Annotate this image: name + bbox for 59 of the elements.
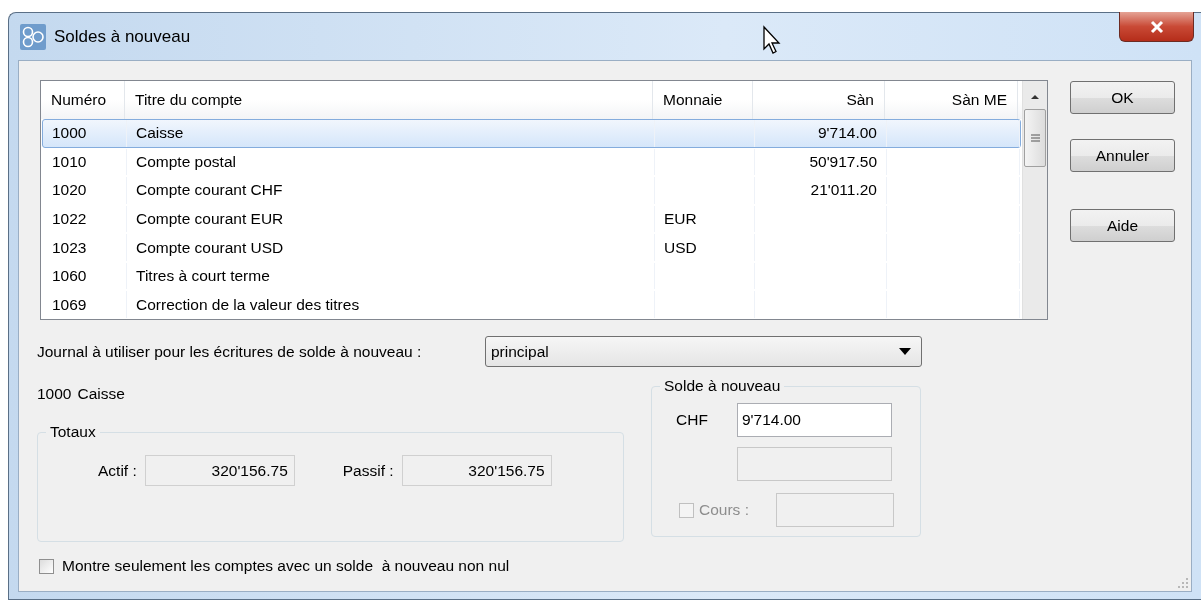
table-cell: EUR: [655, 205, 755, 233]
table-cell: 1023: [43, 234, 127, 261]
readonly-field: 320'156.75: [144, 455, 295, 486]
scroll-thumb[interactable]: [1024, 109, 1046, 167]
table-cell: 1020: [43, 177, 127, 204]
field-label: Passif :: [342, 461, 394, 480]
table-cell: 1000: [43, 119, 127, 147]
table-cell: 1010: [43, 148, 127, 176]
readonly-field: 320'156.75: [401, 455, 552, 486]
resize-grip-icon[interactable]: [1177, 577, 1189, 589]
table-cell: 1022: [43, 205, 127, 233]
table-cell: Titres à court terme: [127, 262, 655, 290]
group-title: Solde à nouveau: [663, 377, 782, 395]
app-icon: [20, 23, 46, 50]
table-cell: 1060: [43, 262, 127, 290]
table-row[interactable]: 1020 Compte courant CHF 21'011.20: [42, 176, 1021, 205]
account-number: 1000: [37, 385, 72, 404]
dropdown-arrow-icon: [899, 348, 911, 355]
checkbox-label: Montre seulement les comptes avec un solde à nouveau non nul: [62, 557, 510, 575]
table-cell: Caisse: [127, 119, 655, 147]
column-header[interactable]: Titre du compte: [125, 81, 653, 119]
table-row[interactable]: 1023 Compte courant USD USD: [42, 233, 1021, 262]
window-title: Soldes à nouveau: [54, 26, 191, 47]
checkbox-label: Cours :: [699, 501, 750, 519]
table-cell: Compte courant USD: [127, 234, 655, 261]
balance-field[interactable]: 9'714.00: [737, 403, 892, 437]
column-header[interactable]: Monnaie: [653, 81, 753, 119]
field-label: Actif :: [98, 461, 137, 480]
column-header[interactable]: Numéro: [41, 81, 125, 119]
dialog-button[interactable]: OK: [1070, 81, 1175, 114]
table-row[interactable]: 1022 Compte courant EUR EUR: [42, 204, 1021, 234]
table-cell: Compte postal: [127, 148, 655, 176]
table-row[interactable]: 1069 Correction de la valeur des titres: [42, 290, 1021, 319]
group-title: Totaux: [49, 423, 97, 441]
journal-dropdown[interactable]: principal: [485, 336, 922, 367]
table-row[interactable]: 1060 Titres à court terme: [42, 261, 1021, 291]
close-icon: [1148, 19, 1165, 34]
currency-label: CHF: [676, 411, 709, 429]
filter-checkbox[interactable]: [39, 558, 54, 574]
scroll-up-icon[interactable]: [1030, 93, 1040, 101]
table-cell: 1069: [43, 291, 127, 318]
account-name: Caisse: [77, 385, 125, 404]
dialog-button[interactable]: Aide: [1070, 209, 1175, 242]
table-cell: USD: [655, 234, 755, 261]
table-cell: Compte courant EUR: [127, 205, 655, 233]
scrollbar[interactable]: [1022, 81, 1047, 319]
field-label: Journal à utiliser pour les écritures de solde à nouveau :: [37, 342, 423, 361]
table-cell: 50'917.50: [755, 148, 887, 176]
table-row[interactable]: 1010 Compte postal 50'917.50: [42, 147, 1021, 177]
table-cell: 9'714.00: [755, 119, 887, 147]
table-cell: Correction de la valeur des titres: [127, 291, 655, 318]
column-header[interactable]: Sàn ME: [885, 81, 1018, 119]
column-header[interactable]: Sàn: [753, 81, 885, 119]
close-button[interactable]: [1119, 12, 1194, 42]
dialog-button[interactable]: Annuler: [1070, 139, 1175, 172]
grip-icon: [1030, 134, 1040, 142]
table-cell: 21'011.20: [755, 177, 887, 204]
table-row[interactable]: 1000 Caisse 9'714.00: [42, 118, 1021, 148]
table-cell: Compte courant CHF: [127, 177, 655, 204]
